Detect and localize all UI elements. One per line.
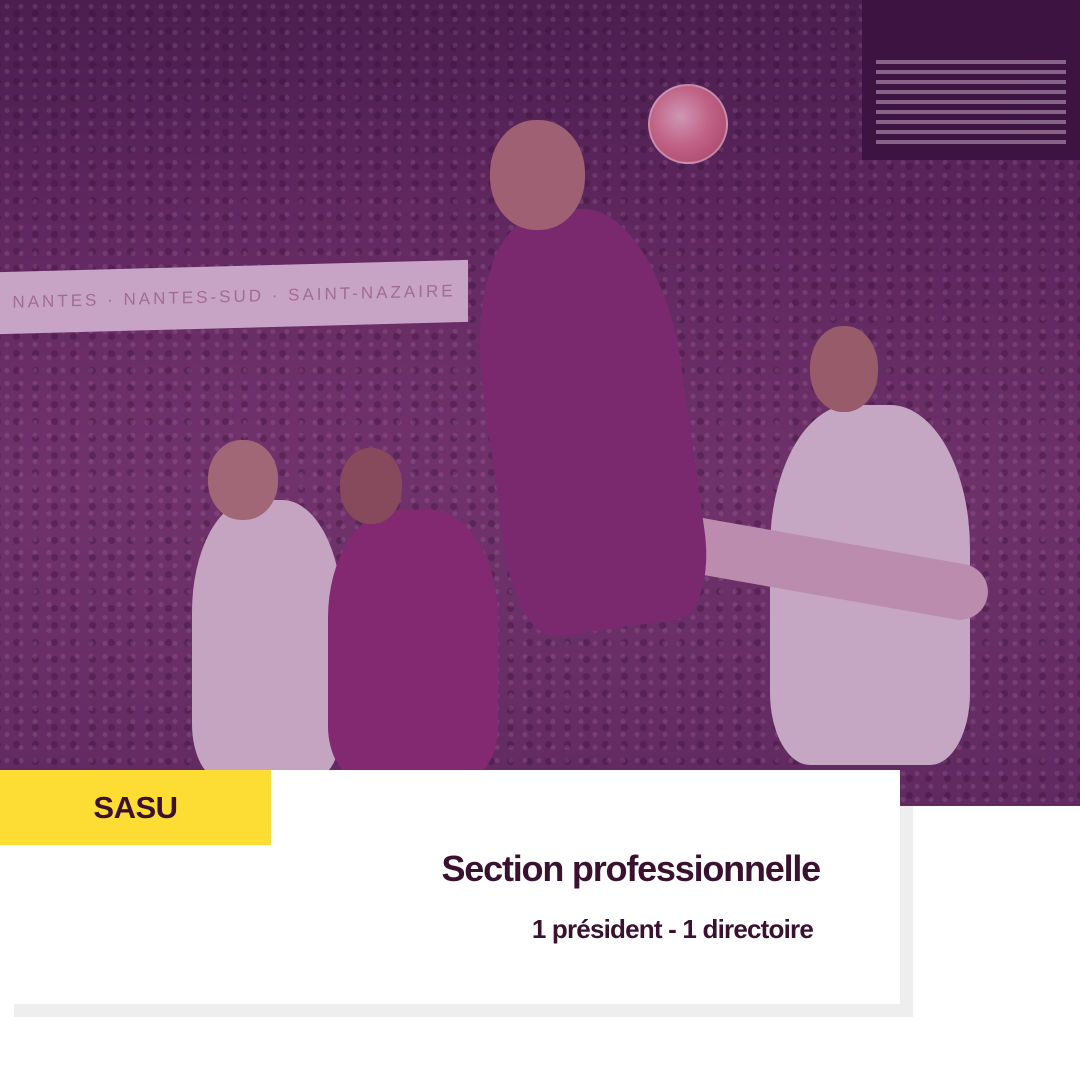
- section-subtitle: 1 président - 1 directoire: [531, 914, 814, 944]
- purple-overlay: [0, 0, 1080, 806]
- legal-form-tag: SASU: [0, 770, 271, 845]
- hero-photo: NANTES · NANTES-SUD · SAINT-NAZAIRE: [0, 0, 1080, 806]
- section-title: Section professionnelle: [441, 848, 822, 889]
